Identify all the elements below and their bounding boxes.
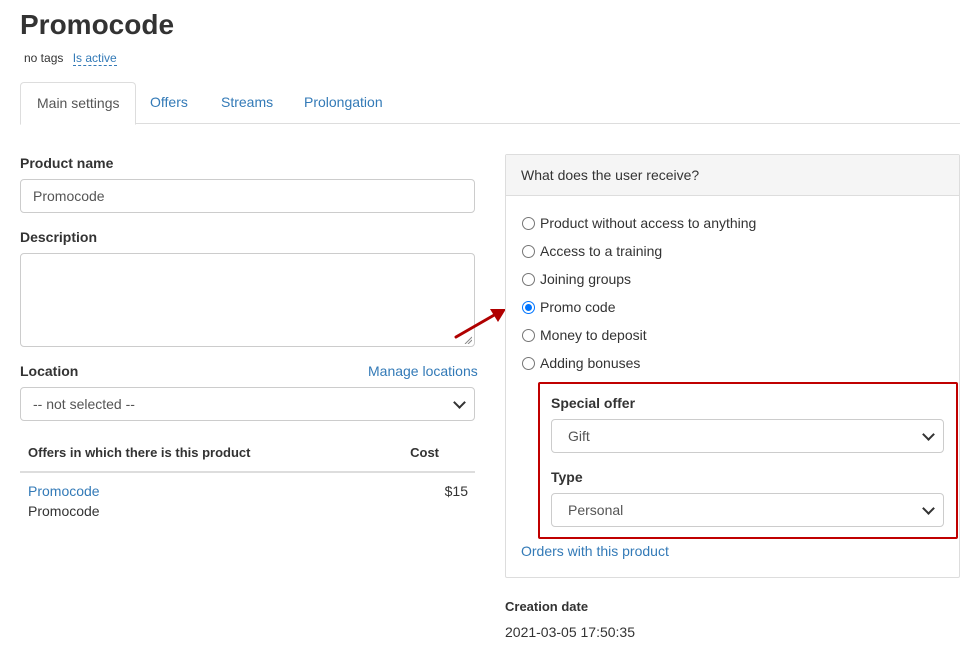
radio-label: Product without access to anything bbox=[540, 215, 757, 231]
radio-option-training[interactable]: Access to a training bbox=[522, 241, 662, 261]
annotation-arrow-icon bbox=[454, 309, 506, 339]
radio-option-promo-code[interactable]: Promo code bbox=[522, 297, 615, 317]
chevron-down-icon bbox=[453, 396, 466, 409]
special-offer-select[interactable]: Gift bbox=[551, 419, 944, 453]
page-title: Promocode bbox=[20, 9, 175, 40]
product-name-value: Promocode bbox=[33, 188, 105, 204]
offers-col-header: Offers in which there is this product bbox=[28, 445, 251, 460]
offers-table-header: Offers in which there is this product Co… bbox=[20, 437, 475, 473]
radio-option-groups[interactable]: Joining groups bbox=[522, 269, 631, 289]
location-selected-value: -- not selected -- bbox=[33, 396, 135, 412]
tab-offers[interactable]: Offers bbox=[134, 82, 204, 124]
radio-button[interactable] bbox=[522, 328, 535, 342]
product-name-input[interactable]: Promocode bbox=[20, 179, 475, 213]
type-label: Type bbox=[551, 469, 583, 485]
radio-button-checked[interactable] bbox=[522, 300, 535, 314]
radio-option-bonuses[interactable]: Adding bonuses bbox=[522, 353, 640, 373]
radio-label: Access to a training bbox=[540, 243, 663, 259]
creation-date-label: Creation date bbox=[505, 599, 589, 614]
radio-button[interactable] bbox=[522, 272, 535, 286]
offer-cost: $15 bbox=[444, 483, 468, 499]
radio-button[interactable] bbox=[522, 244, 535, 258]
manage-locations-link[interactable]: Manage locations bbox=[368, 363, 478, 379]
radio-option-no-access[interactable]: Product without access to anything bbox=[522, 213, 756, 233]
creation-date-value: 2021-03-05 17:50:35 bbox=[505, 624, 635, 640]
radio-label: Money to deposit bbox=[540, 327, 647, 343]
special-offer-label: Special offer bbox=[551, 395, 636, 411]
special-offer-selected-value: Gift bbox=[568, 428, 590, 444]
radio-label: Promo code bbox=[540, 299, 616, 315]
tab-prolongation[interactable]: Prolongation bbox=[288, 82, 399, 124]
tab-streams[interactable]: Streams bbox=[205, 82, 289, 124]
orders-link[interactable]: Orders with this product bbox=[521, 543, 669, 559]
location-select[interactable]: -- not selected -- bbox=[20, 387, 475, 421]
description-label: Description bbox=[20, 229, 98, 245]
chevron-down-icon bbox=[922, 502, 935, 515]
product-name-label: Product name bbox=[20, 155, 114, 171]
location-label: Location bbox=[20, 363, 79, 379]
chevron-down-icon bbox=[922, 428, 935, 441]
tab-main-settings[interactable]: Main settings bbox=[20, 82, 137, 125]
meta-row: no tags Is active bbox=[24, 50, 117, 66]
receive-panel-title: What does the user receive? bbox=[506, 155, 959, 196]
radio-button[interactable] bbox=[522, 216, 535, 230]
radio-label: Joining groups bbox=[540, 271, 632, 287]
radio-option-money-deposit[interactable]: Money to deposit bbox=[522, 325, 647, 345]
status-toggle[interactable]: Is active bbox=[72, 51, 117, 66]
cost-col-header: Cost bbox=[410, 445, 439, 460]
type-select[interactable]: Personal bbox=[551, 493, 944, 527]
tags-text: no tags bbox=[24, 51, 64, 65]
offer-link[interactable]: Promocode bbox=[28, 483, 100, 499]
type-selected-value: Personal bbox=[568, 502, 624, 518]
description-textarea[interactable] bbox=[20, 253, 475, 347]
radio-label: Adding bonuses bbox=[540, 355, 641, 371]
offer-subtitle: Promocode bbox=[28, 503, 100, 519]
radio-button[interactable] bbox=[522, 356, 535, 370]
tab-bar: Main settings Offers Streams Prolongatio… bbox=[20, 82, 960, 125]
